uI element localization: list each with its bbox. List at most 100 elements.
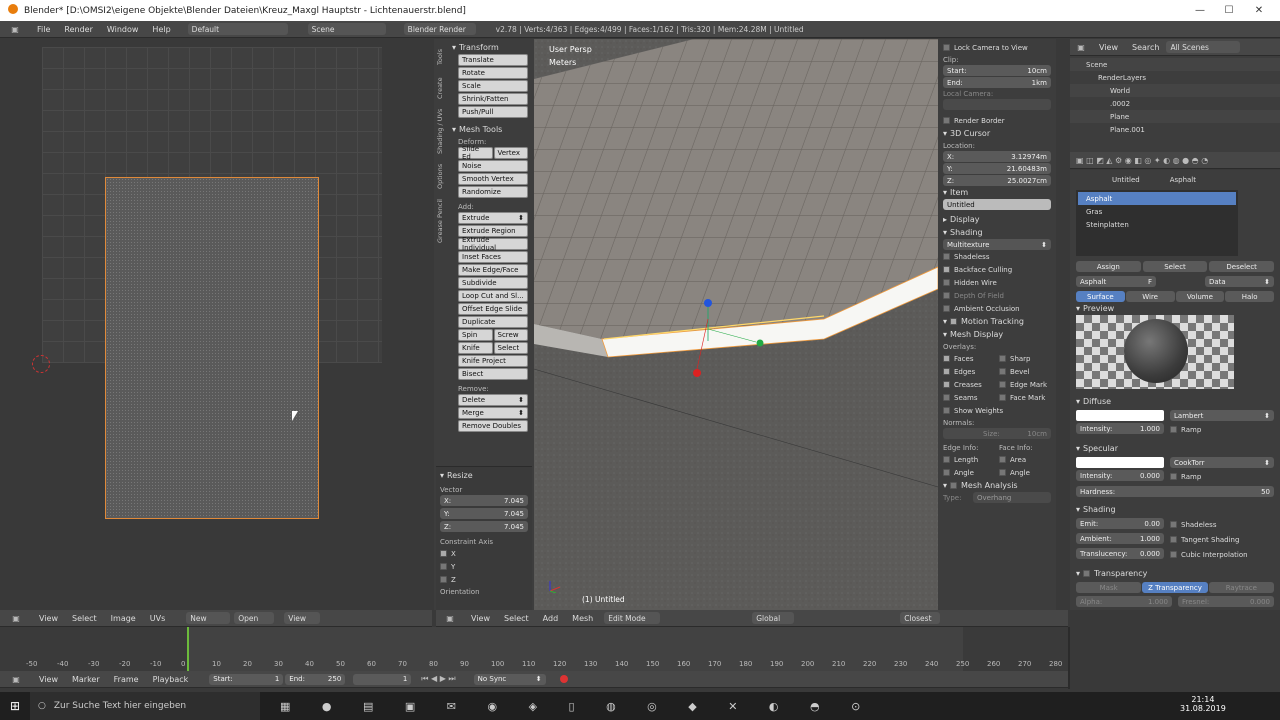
- menu-select[interactable]: Select: [65, 614, 104, 623]
- editor-type-icon[interactable]: ▣: [0, 675, 32, 684]
- noise-button[interactable]: Noise: [458, 160, 528, 172]
- outliner-item-world[interactable]: World: [1070, 84, 1280, 97]
- transparency-raytrace-tab[interactable]: Raytrace: [1208, 582, 1274, 593]
- constraint-y-checkbox[interactable]: Y: [440, 560, 528, 573]
- tab-volume[interactable]: Volume: [1175, 291, 1225, 302]
- render-engine-select[interactable]: Blender Render: [403, 23, 476, 35]
- fresnel-field[interactable]: Fresnel: 0.000: [1178, 596, 1274, 607]
- orientation-select[interactable]: Global: [752, 612, 795, 624]
- face-angle-checkbox[interactable]: Angle: [999, 466, 1030, 479]
- shading-mode-select[interactable]: Multitexture ⬍: [943, 239, 1051, 250]
- depth-of-field-checkbox[interactable]: Depth Of Field: [943, 289, 1051, 302]
- assign-button[interactable]: Assign: [1076, 261, 1141, 272]
- render-border-checkbox[interactable]: Render Border: [943, 114, 1051, 127]
- translucency-field[interactable]: Translucency: 0.000: [1076, 548, 1164, 559]
- transparency-panel-title[interactable]: ▾ Transparency: [1076, 567, 1274, 580]
- emit-field[interactable]: Emit: 0.00: [1076, 518, 1164, 529]
- shadeless-checkbox[interactable]: Shadeless: [943, 250, 1051, 263]
- scene-select[interactable]: Scene: [307, 23, 386, 35]
- shading-panel-title[interactable]: ▾ Shading: [1076, 503, 1274, 516]
- constraint-z-checkbox[interactable]: Z: [440, 573, 528, 586]
- outliner-item-0002[interactable]: .0002: [1070, 97, 1280, 110]
- seams-checkbox[interactable]: Seams: [943, 391, 999, 404]
- menu-view[interactable]: View: [464, 614, 497, 623]
- uv-face[interactable]: [105, 177, 319, 519]
- face-mark-checkbox[interactable]: Face Mark: [999, 391, 1045, 404]
- menu-file[interactable]: File: [30, 25, 57, 34]
- resize-title[interactable]: ▾ Resize: [440, 469, 528, 482]
- windows-start-icon[interactable]: ⊞: [0, 699, 30, 713]
- smooth-vertex-button[interactable]: Smooth Vertex: [458, 173, 528, 185]
- menu-add[interactable]: Add: [536, 614, 566, 623]
- extrude-menu[interactable]: Extrude ⬍: [458, 212, 528, 224]
- spin-button[interactable]: Spin: [458, 329, 493, 341]
- display-panel-title[interactable]: ▸ Display: [943, 213, 1051, 226]
- menu-image[interactable]: Image: [104, 614, 143, 623]
- bevel-checkbox[interactable]: Bevel: [999, 365, 1030, 378]
- menu-render[interactable]: Render: [57, 25, 99, 34]
- ambient-occlusion-checkbox[interactable]: Ambient Occlusion: [943, 302, 1051, 315]
- tab-tools[interactable]: Tools: [434, 43, 446, 71]
- display-mode-select[interactable]: All Scenes: [1166, 41, 1241, 53]
- menu-select[interactable]: Select: [497, 614, 536, 623]
- sharp-checkbox[interactable]: Sharp: [999, 352, 1031, 365]
- creases-checkbox[interactable]: Creases: [943, 378, 999, 391]
- knife-select-button[interactable]: Select: [493, 342, 528, 354]
- menu-mesh[interactable]: Mesh: [565, 614, 600, 623]
- merge-menu[interactable]: Merge ⬍: [458, 407, 528, 419]
- hidden-wire-checkbox[interactable]: Hidden Wire: [943, 276, 1051, 289]
- properties-context-icons[interactable]: ▣ ◫ ◩ ◭ ⚙ ◉ ◧ ◎ ✦ ◐ ◍ ● ◓ ◔: [1070, 156, 1208, 165]
- faces-checkbox[interactable]: Faces: [943, 352, 999, 365]
- resize-x-field[interactable]: X: 7.045: [440, 495, 528, 506]
- sync-mode-select[interactable]: No Sync ⬍: [473, 673, 546, 685]
- current-frame-field[interactable]: 1: [353, 673, 412, 685]
- diffuse-shader-select[interactable]: Lambert ⬍: [1170, 410, 1274, 421]
- shrink-fatten-button[interactable]: Shrink/Fatten: [458, 93, 528, 105]
- menu-marker[interactable]: Marker: [65, 675, 107, 684]
- duplicate-button[interactable]: Duplicate: [458, 316, 528, 328]
- view-mode-select[interactable]: View: [284, 612, 321, 624]
- rotate-button[interactable]: Rotate: [458, 67, 528, 79]
- area-checkbox[interactable]: Area: [999, 453, 1026, 466]
- material-name-field[interactable]: Asphalt F: [1076, 276, 1156, 287]
- motion-tracking-title[interactable]: ▾ Motion Tracking: [943, 315, 1051, 328]
- push-pull-button[interactable]: Push/Pull: [458, 106, 528, 118]
- pinned-apps[interactable]: ▦ ● ▤ ▣ ✉ ◉ ◈ ▯ ◍ ◎ ◆ ✕ ◐ ◓ ⊙: [280, 700, 874, 713]
- material-slot-gras[interactable]: Gras: [1078, 205, 1236, 218]
- transparency-z-tab[interactable]: Z Transparency: [1142, 582, 1208, 593]
- alpha-field[interactable]: Alpha: 1.000: [1076, 596, 1172, 607]
- outliner-item-scene[interactable]: Scene: [1070, 58, 1280, 71]
- analysis-type-select[interactable]: Overhang: [973, 492, 1051, 503]
- show-weights-checkbox[interactable]: Show Weights: [943, 404, 1051, 417]
- menu-playback[interactable]: Playback: [146, 675, 196, 684]
- diffuse-panel-title[interactable]: ▾ Diffuse: [1076, 395, 1274, 408]
- hardness-field[interactable]: Hardness: 50: [1076, 486, 1274, 497]
- knife-button[interactable]: Knife: [458, 342, 493, 354]
- cubic-interpolation-checkbox[interactable]: Cubic Interpolation: [1170, 548, 1248, 561]
- tab-shading-uvs[interactable]: Shading / UVs: [434, 105, 446, 157]
- end-frame-field[interactable]: End: 250: [285, 673, 346, 685]
- editor-type-icon[interactable]: ▣: [1070, 43, 1092, 52]
- item-name-field[interactable]: Untitled: [943, 199, 1051, 210]
- transparency-mask-tab[interactable]: Mask: [1076, 582, 1142, 593]
- cursor-x-field[interactable]: X: 3.12974m: [943, 151, 1051, 162]
- open-image-button[interactable]: Open: [234, 612, 275, 624]
- uv-editor[interactable]: [0, 39, 432, 610]
- cursor-2d-icon[interactable]: [32, 355, 50, 373]
- make-edge-face-button[interactable]: Make Edge/Face: [458, 264, 528, 276]
- mesh-tools-panel-title[interactable]: ▾ Mesh Tools: [452, 123, 528, 136]
- mesh-analysis-title[interactable]: ▾ Mesh Analysis: [943, 479, 1051, 492]
- viewport-3d[interactable]: User Persp Meters (1) Untitled: [534, 39, 938, 610]
- tab-options[interactable]: Options: [434, 159, 446, 193]
- mode-select[interactable]: Edit Mode: [604, 612, 661, 624]
- shadeless-checkbox[interactable]: Shadeless: [1170, 518, 1216, 531]
- ambient-field[interactable]: Ambient: 1.000: [1076, 533, 1164, 544]
- slide-edge-button[interactable]: Slide Ed: [458, 145, 493, 161]
- menu-view[interactable]: View: [32, 675, 65, 684]
- menu-view[interactable]: View: [1092, 43, 1125, 52]
- backface-culling-checkbox[interactable]: Backface Culling: [943, 263, 1051, 276]
- lock-camera-checkbox[interactable]: Lock Camera to View: [943, 41, 1051, 54]
- record-icon[interactable]: [559, 675, 568, 683]
- deselect-button[interactable]: Deselect: [1209, 261, 1275, 272]
- tab-wire[interactable]: Wire: [1125, 291, 1175, 302]
